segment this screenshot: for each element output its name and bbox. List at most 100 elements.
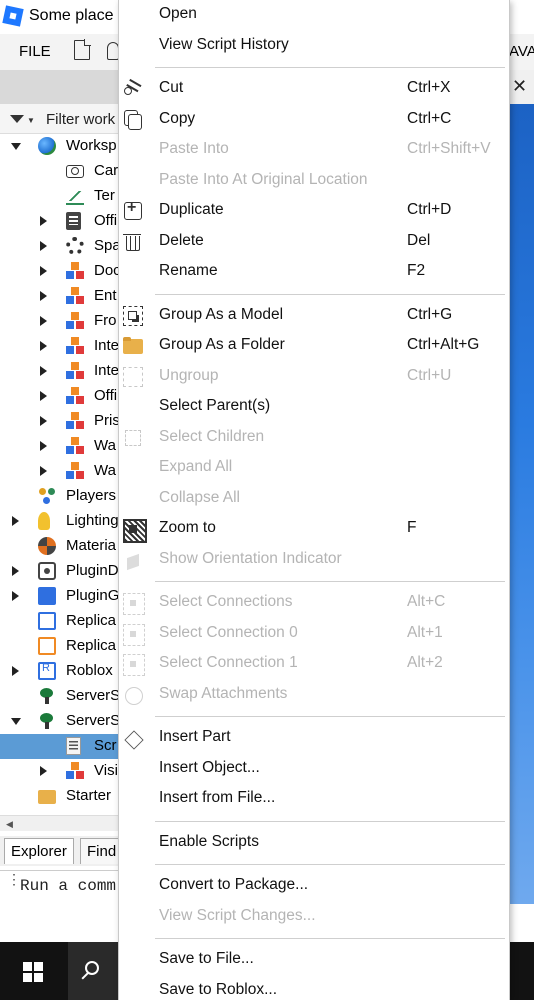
horizontal-scrollbar[interactable]: ◀ xyxy=(0,815,120,831)
expand-arrow-icon[interactable] xyxy=(40,766,47,776)
server-tree-icon xyxy=(38,712,56,730)
tree-item[interactable]: Doc xyxy=(0,259,120,284)
expand-arrow-icon[interactable] xyxy=(40,266,47,276)
tree-item[interactable]: Visi xyxy=(0,759,120,784)
menu-item-enable-scripts[interactable]: Enable Scripts xyxy=(119,828,509,858)
menu-item-label: Select Children xyxy=(159,427,265,445)
tree-item[interactable]: Inte xyxy=(0,359,120,384)
close-icon[interactable]: ✕ xyxy=(512,76,527,97)
tree-item[interactable]: Replica xyxy=(0,609,120,634)
menu-item-label: Duplicate xyxy=(159,201,224,218)
tree-item[interactable]: Ent xyxy=(0,284,120,309)
script-icon xyxy=(66,212,81,230)
menu-item-copy[interactable]: Copy Ctrl+C xyxy=(119,105,509,135)
command-bar[interactable]: ⋮ Run a comm xyxy=(0,870,120,900)
command-input[interactable]: Run a comm xyxy=(20,877,116,895)
new-file-icon[interactable] xyxy=(74,39,91,60)
tree-item[interactable]: Scr xyxy=(0,734,120,759)
tree-item-label: Wa xyxy=(94,462,116,479)
expand-arrow-icon[interactable] xyxy=(40,316,47,326)
3d-viewport[interactable] xyxy=(508,104,534,904)
menu-item-group-as-a-folder[interactable]: Group As a Folder Ctrl+Alt+G xyxy=(119,331,509,361)
tree-item[interactable]: Wa xyxy=(0,434,120,459)
expand-arrow-icon[interactable] xyxy=(40,216,47,226)
tree-item[interactable]: ServerS xyxy=(0,684,120,709)
menu-item-view-script-history[interactable]: View Script History xyxy=(119,31,509,61)
expand-arrow-icon[interactable] xyxy=(12,591,19,601)
tree-item[interactable]: Wa xyxy=(0,459,120,484)
menu-item-save-to-file[interactable]: Save to File... xyxy=(119,945,509,975)
menu-tab-partial[interactable]: AVA xyxy=(509,43,534,60)
expand-arrow-icon[interactable] xyxy=(40,416,47,426)
expand-arrow-icon[interactable] xyxy=(40,241,47,251)
menu-item-group-as-a-model[interactable]: Group As a Model Ctrl+G xyxy=(119,301,509,331)
drag-handle-icon[interactable]: ⋮ xyxy=(7,872,21,886)
tree-item[interactable]: ServerS xyxy=(0,709,120,734)
explorer-tree[interactable]: Worksp Car Ter Offi Spa Doc Ent Fro Inte Inte Offi… xyxy=(0,134,120,814)
menu-item-cut[interactable]: Cut Ctrl+X xyxy=(119,74,509,104)
replicated-first-icon xyxy=(38,612,56,630)
tree-item[interactable]: Starter xyxy=(0,784,120,809)
expand-arrow-icon[interactable] xyxy=(40,466,47,476)
server-tree-icon xyxy=(38,687,56,705)
menu-item-shortcut: Ctrl+X xyxy=(407,79,451,96)
menu-item-insert-object[interactable]: Insert Object... xyxy=(119,754,509,784)
folder-icon xyxy=(123,336,143,356)
collapse-arrow-icon[interactable] xyxy=(11,718,21,725)
tree-item[interactable]: Inte xyxy=(0,334,120,359)
chevron-down-icon[interactable]: ▼ xyxy=(27,116,35,125)
tree-item[interactable]: Car xyxy=(0,159,120,184)
expand-arrow-icon[interactable] xyxy=(40,291,47,301)
expand-arrow-icon[interactable] xyxy=(40,366,47,376)
tree-item-label: Car xyxy=(94,162,119,179)
tree-item[interactable]: Ter xyxy=(0,184,120,209)
tree-item[interactable]: Fro xyxy=(0,309,120,334)
tree-item[interactable]: Offi xyxy=(0,384,120,409)
tree-item[interactable]: Pris xyxy=(0,409,120,434)
collapse-arrow-icon[interactable] xyxy=(11,143,21,150)
filter-icon[interactable] xyxy=(10,115,24,123)
plugin-icon xyxy=(38,587,56,605)
menu-item-insert-part[interactable]: Insert Part xyxy=(119,723,509,753)
tree-item[interactable]: Lighting xyxy=(0,509,120,534)
expand-arrow-icon[interactable] xyxy=(12,516,19,526)
tree-item[interactable]: PluginD xyxy=(0,559,120,584)
menu-item-open[interactable]: Open xyxy=(119,0,509,30)
file-menu[interactable]: FILE xyxy=(19,43,51,60)
expand-arrow-icon[interactable] xyxy=(12,666,19,676)
script-file-icon xyxy=(66,737,81,755)
expand-arrow-icon[interactable] xyxy=(40,391,47,401)
menu-item-label: Insert Object... xyxy=(159,758,260,776)
menu-item-save-to-roblox[interactable]: Save to Roblox... xyxy=(119,976,509,1000)
tree-item[interactable]: PluginG xyxy=(0,584,120,609)
tree-item[interactable]: Spa xyxy=(0,234,120,259)
tab-find[interactable]: Find xyxy=(80,838,124,864)
menu-item-zoom-to[interactable]: Zoom to F xyxy=(119,514,509,544)
menu-item-insert-from-file[interactable]: Insert from File... xyxy=(119,784,509,814)
menu-item-rename[interactable]: Rename F2 xyxy=(119,257,509,287)
tree-item[interactable]: Worksp xyxy=(0,134,120,159)
tree-item[interactable]: Materia xyxy=(0,534,120,559)
menu-item-label: Select Connection 0 xyxy=(159,623,298,641)
tree-item[interactable]: Offi xyxy=(0,209,120,234)
tree-item[interactable]: Roblox xyxy=(0,659,120,684)
menu-item-delete[interactable]: Delete Del xyxy=(119,227,509,257)
scroll-left-icon[interactable]: ◀ xyxy=(6,819,13,830)
tree-item[interactable]: Replica xyxy=(0,634,120,659)
menu-item-select-parent-s[interactable]: Select Parent(s) xyxy=(119,392,509,422)
expand-arrow-icon[interactable] xyxy=(40,341,47,351)
tree-item-label: Ent xyxy=(94,287,117,304)
expand-arrow-icon[interactable] xyxy=(12,566,19,576)
menu-item-select-connections: Select Connections Alt+C xyxy=(119,588,509,618)
menu-item-label: Save to Roblox... xyxy=(159,980,278,998)
explorer-filter[interactable]: ▼ Filter work xyxy=(0,104,120,134)
menu-item-convert-to-package[interactable]: Convert to Package... xyxy=(119,871,509,901)
tree-item[interactable]: Players xyxy=(0,484,120,509)
start-button[interactable] xyxy=(0,942,68,1000)
tab-explorer[interactable]: Explorer xyxy=(4,838,74,864)
orientation-icon xyxy=(123,550,143,570)
filter-input[interactable]: Filter work xyxy=(46,111,115,128)
expand-arrow-icon[interactable] xyxy=(40,441,47,451)
menu-item-duplicate[interactable]: Duplicate Ctrl+D xyxy=(119,196,509,226)
taskbar-search-button[interactable] xyxy=(68,942,120,1000)
